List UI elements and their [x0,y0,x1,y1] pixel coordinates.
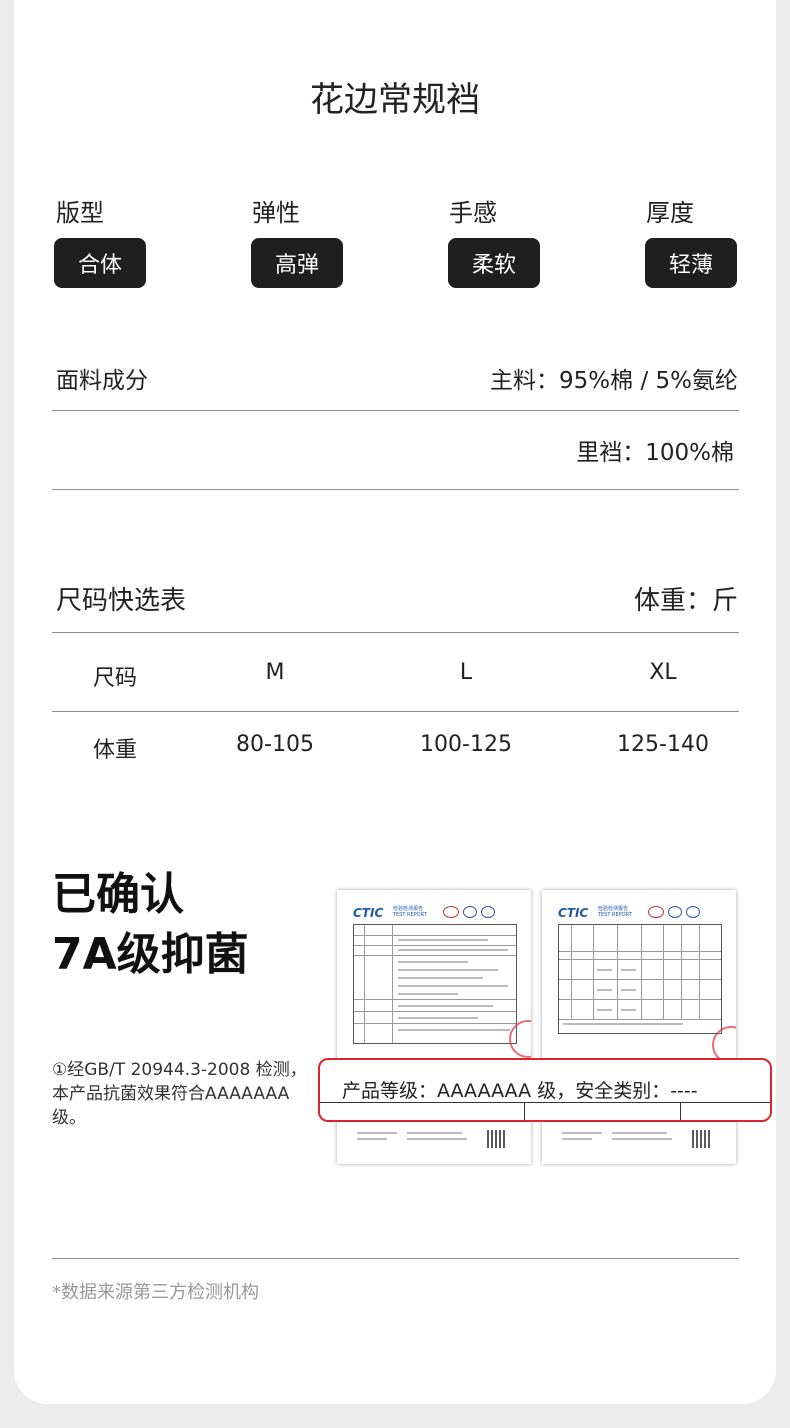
divider [320,1102,770,1103]
report-brand: CTIC [558,906,589,920]
antibacterial-heading-2: 7A级抑菌 [52,929,249,980]
test-note: ①经GB/T 20944.3-2008 检测，本产品抗菌效果符合AAAAAAA级… [52,1060,307,1128]
antibacterial-heading-1: 已确认 [52,869,184,920]
size-header-label: 尺码 [92,666,137,691]
size-table-unit: 体重：斤 [633,586,738,616]
qr-code-icon [692,1130,710,1148]
attr-value-thickness: 轻薄 [645,238,737,288]
grade-highlight-callout: 产品等级：AAAAAAA 级，安全类别：---- [318,1058,772,1122]
report-table [558,924,722,1034]
size-header-m: M [265,660,285,685]
test-report-image-1: CTIC 检验检测报告 TEST REPORT [337,890,531,1164]
qr-code-icon [487,1130,505,1148]
cma-logo-icon [648,906,664,918]
fabric-crotch: 里裆：100%棉 [576,440,734,466]
page-title: 花边常规裆 [310,80,480,120]
fabric-main: 主料：95%棉 / 5%氨纶 [490,368,738,394]
weight-xl: 125-140 [617,732,709,757]
attr-label-feel: 手感 [449,199,497,227]
ilac-logo-icon [668,906,682,918]
divider [680,1102,681,1120]
cnas-logo-icon [481,906,495,918]
attr-label-thickness: 厚度 [646,199,694,227]
divider [52,489,739,490]
test-report-image-2: CTIC 检验检测报告 TEST REPORT [542,890,736,1164]
report-brand: CTIC [353,906,384,920]
report-table [353,924,517,1044]
divider [52,632,739,633]
cma-logo-icon [443,906,459,918]
cnas-logo-icon [686,906,700,918]
size-header-xl: XL [649,660,677,685]
size-header-l: L [459,660,473,685]
size-table-title: 尺码快选表 [56,586,187,616]
report-title: 检验检测报告 TEST REPORT [393,906,427,918]
report-title: 检验检测报告 TEST REPORT [598,906,632,918]
weight-l: 100-125 [420,732,512,757]
grade-highlight-text: 产品等级：AAAAAAA 级，安全类别：---- [342,1080,698,1102]
divider [52,711,739,712]
fabric-label: 面料成分 [56,368,148,394]
attr-value-elasticity: 高弹 [251,238,343,288]
divider [524,1102,525,1120]
divider [52,410,739,411]
divider [52,1258,739,1259]
attr-value-fit: 合体 [54,238,146,288]
attr-value-feel: 柔软 [448,238,540,288]
weight-row-label: 体重 [92,738,137,763]
weight-m: 80-105 [236,732,314,757]
attr-label-elasticity: 弹性 [252,199,300,227]
ilac-logo-icon [463,906,477,918]
attr-label-fit: 版型 [56,199,104,227]
data-source-note: *数据来源第三方检测机构 [52,1282,259,1303]
